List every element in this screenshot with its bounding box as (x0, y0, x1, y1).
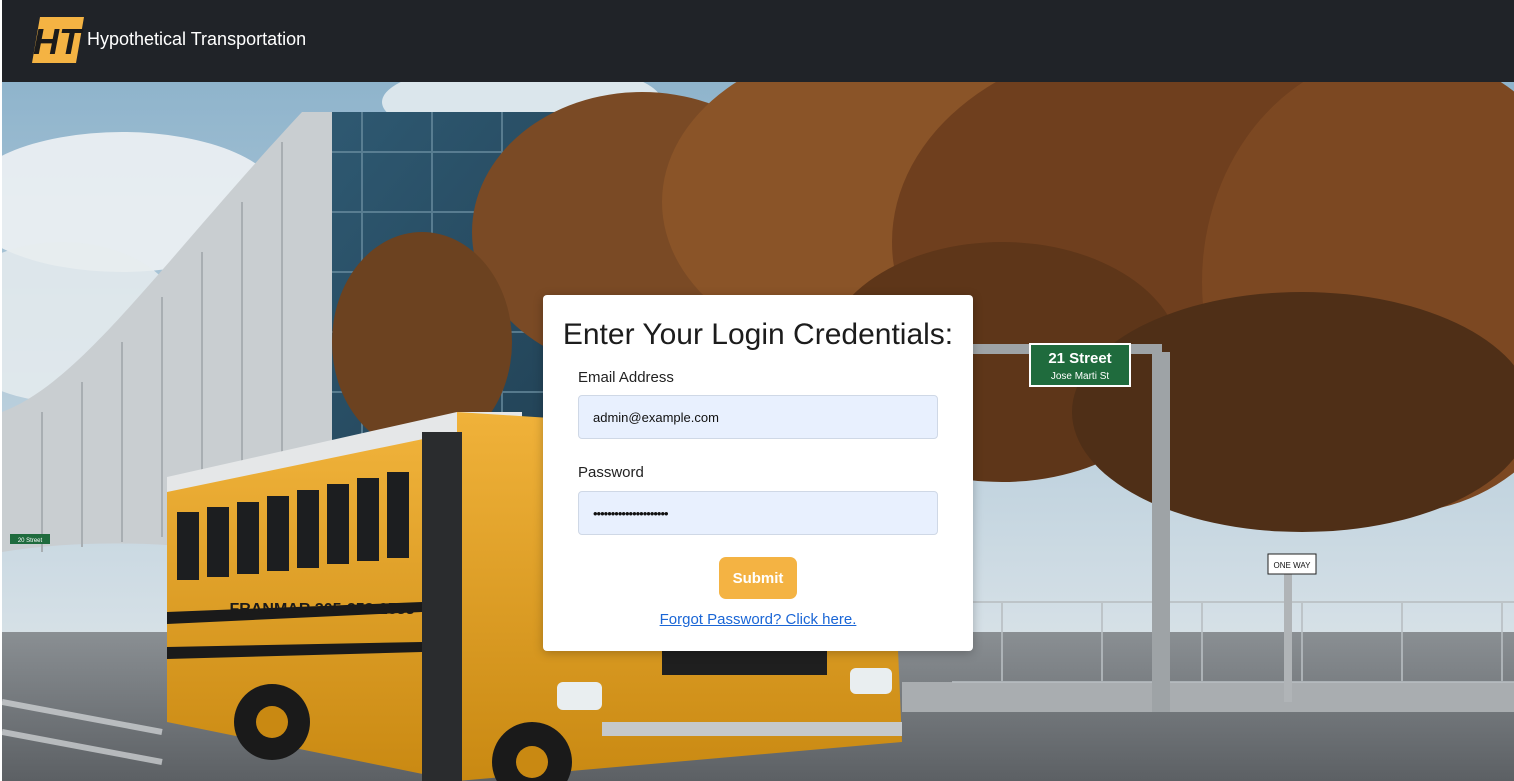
bus-lettering: FRANMAR 305-253-2533 (230, 601, 415, 618)
password-input[interactable]: ••••••••••••••••••••• (578, 491, 938, 535)
login-card: Enter Your Login Credentials: Email Addr… (543, 295, 973, 651)
svg-text:20 Street: 20 Street (18, 538, 43, 544)
svg-text:ONE WAY: ONE WAY (1274, 561, 1312, 570)
email-input[interactable] (578, 395, 938, 439)
submit-button[interactable]: Submit (719, 557, 797, 599)
email-label: Email Address (578, 369, 674, 386)
svg-text:21 Street: 21 Street (1048, 350, 1111, 367)
logo-text: HT (33, 21, 84, 62)
headlight (850, 668, 892, 694)
sign-pole (1284, 572, 1292, 702)
one-way-sign: ONE WAY (1267, 553, 1317, 575)
forgot-password-link[interactable]: Forgot Password? Click here. (543, 611, 973, 628)
street-sign: 21 Street Jose Marti St (1029, 343, 1131, 387)
password-label: Password (578, 464, 644, 481)
street-pole (1152, 352, 1170, 712)
password-mask: ••••••••••••••••••••• (593, 505, 669, 521)
svg-text:Jose Marti St: Jose Marti St (1051, 371, 1110, 382)
bumper (602, 722, 902, 736)
app-window: HT Hypothetical Transportation 21 Street… (0, 0, 1514, 781)
sidewalk (902, 682, 1514, 712)
brand-logo[interactable]: HT (32, 17, 84, 63)
top-navbar: HT Hypothetical Transportation (2, 0, 1514, 82)
brand-name[interactable]: Hypothetical Transportation (87, 28, 306, 50)
headlight (557, 682, 602, 710)
bus-grille (662, 647, 827, 675)
login-title: Enter Your Login Credentials: (562, 318, 954, 351)
small-street-sign: 20 Street (10, 534, 50, 544)
